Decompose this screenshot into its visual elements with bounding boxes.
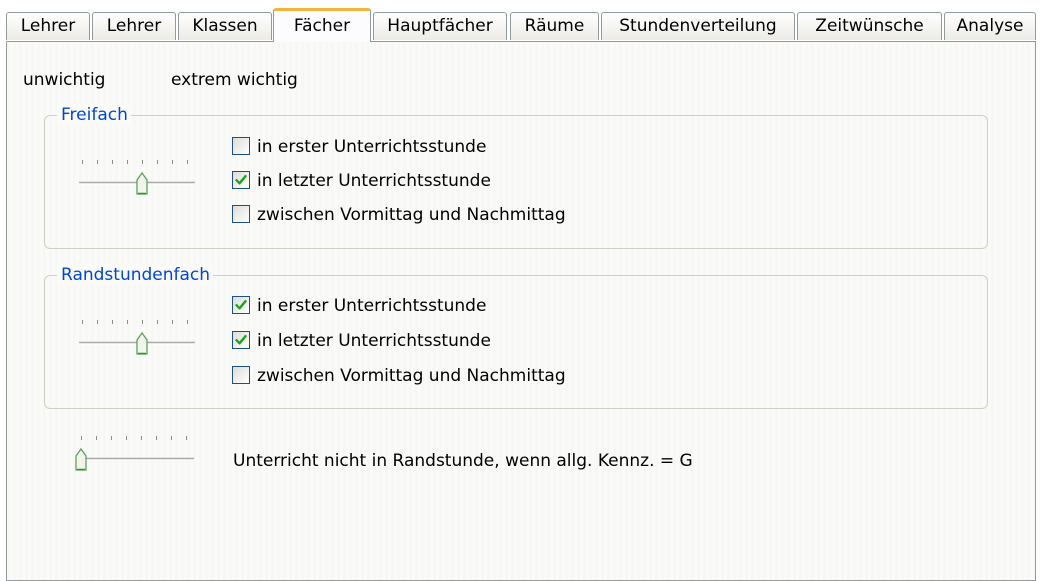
group-randstundenfach: Randstundenfach in erster Unterrichtsstu… bbox=[44, 264, 988, 409]
option-label: in erster Unterrichtsstunde bbox=[257, 296, 487, 316]
tab-lehrer-2[interactable]: Lehrer bbox=[92, 12, 176, 40]
tab-lehrer-1[interactable]: Lehrer bbox=[6, 12, 90, 40]
tab-faecher[interactable]: Fächer bbox=[273, 8, 371, 42]
tab-label: Stundenverteilung bbox=[619, 16, 777, 36]
trackbar-graphic bbox=[79, 320, 195, 355]
checkmark-icon bbox=[235, 300, 247, 310]
group-title: Freifach bbox=[57, 104, 131, 126]
checkmark-icon bbox=[235, 335, 247, 345]
tab-hauptfaecher[interactable]: Hauptfächer bbox=[373, 12, 507, 40]
tab-label: Klassen bbox=[192, 16, 258, 36]
checkbox[interactable] bbox=[232, 205, 250, 223]
checkbox[interactable] bbox=[232, 137, 250, 155]
checkbox[interactable] bbox=[232, 331, 250, 349]
tab-raeume[interactable]: Räume bbox=[510, 12, 599, 40]
tab-analyse[interactable]: Analyse bbox=[944, 12, 1036, 40]
tab-label: Lehrer bbox=[106, 16, 162, 36]
importance-slider-randstundenfach[interactable] bbox=[72, 318, 200, 358]
option-label: zwischen Vormittag und Nachmittag bbox=[257, 366, 566, 386]
scale-high-label: extrem wichtig bbox=[171, 70, 298, 90]
importance-slider-randstunde-g[interactable] bbox=[71, 434, 199, 474]
tab-zeitwuensche[interactable]: Zeitwünsche bbox=[797, 12, 942, 40]
tab-stundenverteilung[interactable]: Stundenverteilung bbox=[601, 12, 795, 40]
checkbox[interactable] bbox=[232, 366, 250, 384]
option-label: in letzter Unterrichtsstunde bbox=[257, 171, 491, 191]
option-label: zwischen Vormittag und Nachmittag bbox=[257, 205, 566, 225]
checkbox[interactable] bbox=[232, 296, 250, 314]
group-title: Randstundenfach bbox=[57, 264, 214, 286]
tab-klassen[interactable]: Klassen bbox=[178, 12, 272, 40]
tab-label: Fächer bbox=[293, 16, 351, 36]
tab-label: Lehrer bbox=[20, 16, 76, 36]
group-freifach: Freifach in erster Unterrichtsstunde in … bbox=[44, 104, 988, 249]
trackbar-graphic bbox=[79, 160, 195, 195]
option-label: in erster Unterrichtsstunde bbox=[257, 137, 487, 157]
slider-thumb[interactable] bbox=[75, 447, 87, 471]
tab-label: Räume bbox=[524, 16, 585, 36]
randstunde-g-label: Unterricht nicht in Randstunde, wenn all… bbox=[233, 451, 693, 471]
slider-thumb[interactable] bbox=[136, 171, 148, 195]
tab-panel-faecher: unwichtig extrem wichtig Freifach in ers… bbox=[6, 41, 1036, 581]
trackbar-graphic bbox=[75, 436, 194, 471]
scale-low-label: unwichtig bbox=[23, 70, 106, 90]
tab-label: Analyse bbox=[956, 16, 1024, 36]
importance-slider-freifach[interactable] bbox=[72, 158, 200, 198]
tab-label: Zeitwünsche bbox=[815, 16, 924, 36]
slider-thumb[interactable] bbox=[136, 331, 148, 355]
option-label: in letzter Unterrichtsstunde bbox=[257, 331, 491, 351]
checkbox[interactable] bbox=[232, 171, 250, 189]
checkmark-icon bbox=[235, 175, 247, 185]
tab-strip: Lehrer Lehrer Klassen Fächer Hauptfächer… bbox=[0, 0, 1042, 44]
tab-label: Hauptfächer bbox=[387, 16, 493, 36]
